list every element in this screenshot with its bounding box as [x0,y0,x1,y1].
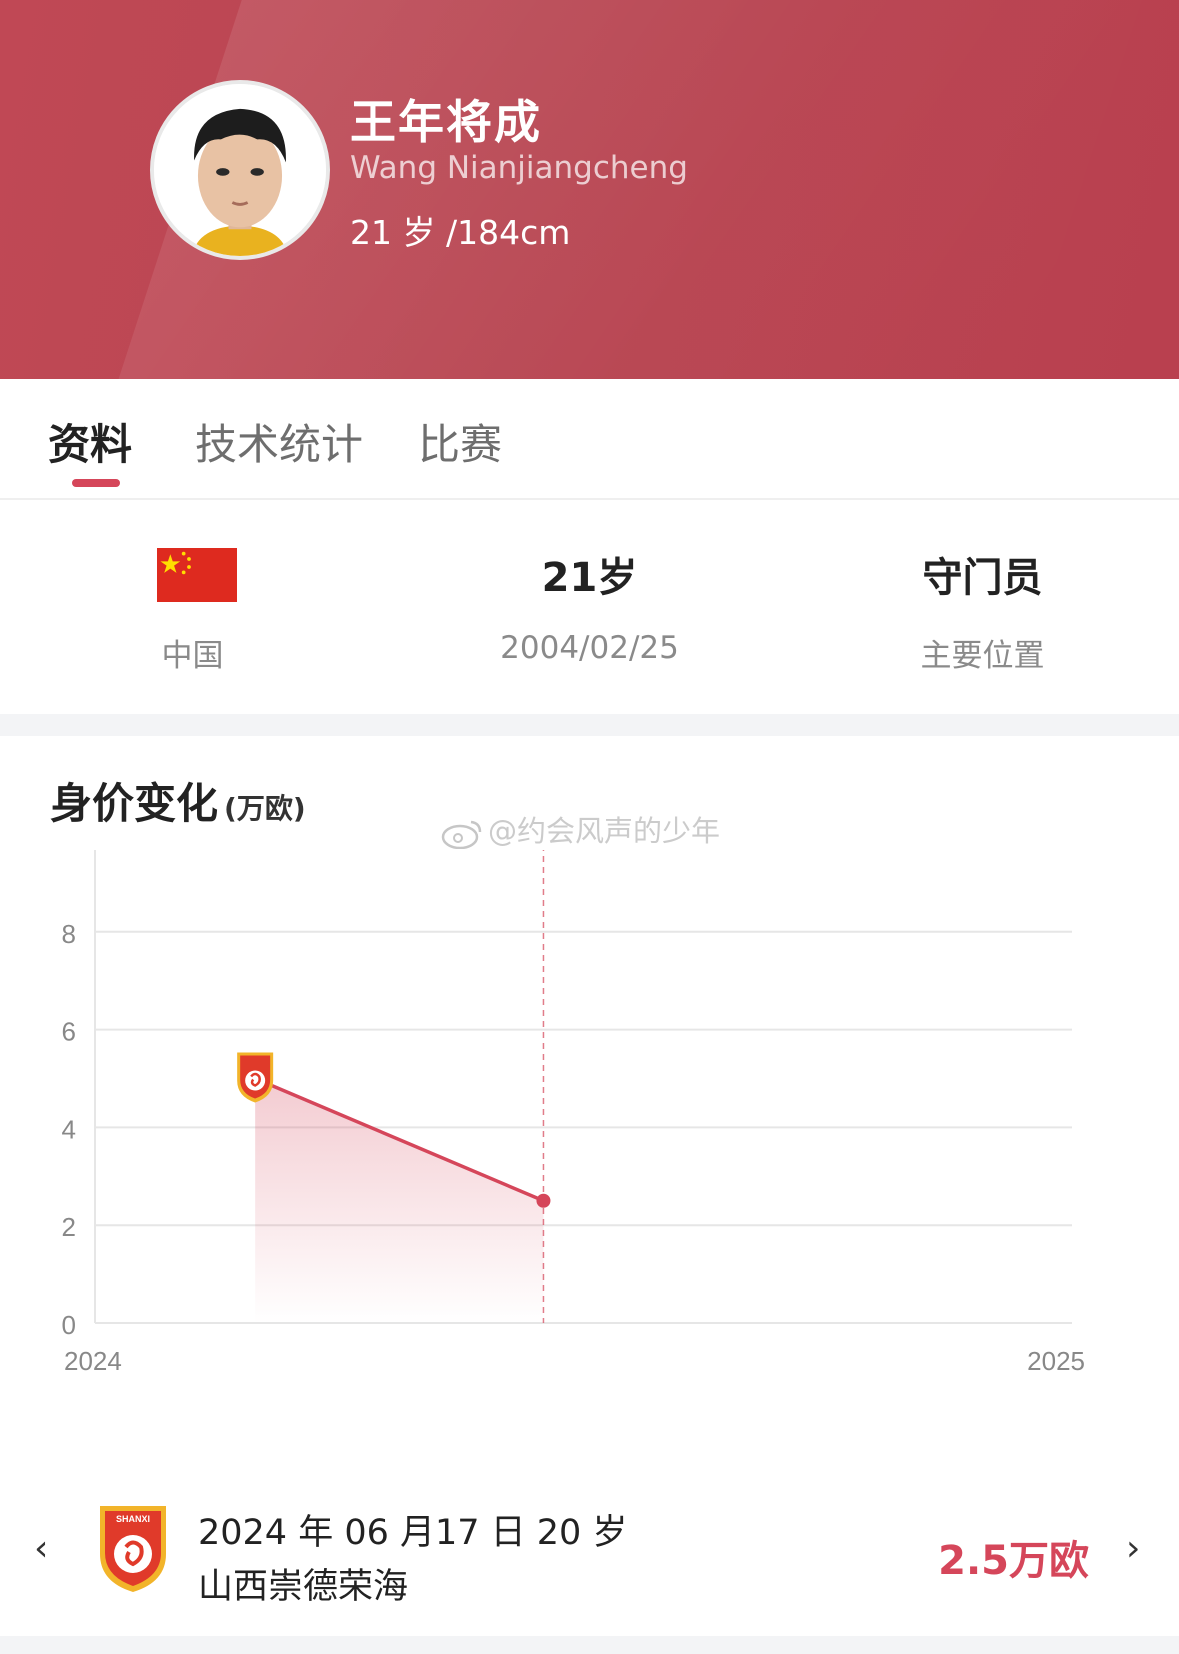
section-divider [0,714,1179,736]
player-avatar [150,80,330,260]
club-logo: SHANXI [100,1506,166,1592]
player-photo [154,84,326,256]
player-info-row: 中国 21岁 2004/02/25 守门员 主要位置 [0,500,1179,714]
tab-stats[interactable]: 技术统计 [195,411,363,472]
market-value-title: 身价变化 (万欧) [50,770,306,831]
x-tick-label: 2025 [1027,1346,1085,1376]
record-value: 2.5万欧 [938,1538,1089,1584]
age-value: 21岁 [541,555,638,601]
tab-bar: 资料 技术统计 比赛 [0,379,1179,500]
market-value-record: ‹ SHANXI 2024 年 06 月17 日 20 岁 山西崇德荣海 2.5… [0,1480,1179,1630]
player-name-en: Wang Nianjiangcheng [350,150,688,186]
club-logo-text: SHANXI [116,1514,150,1524]
chevron-right-icon[interactable]: › [1126,1528,1140,1569]
nationality-column: 中国 [0,500,393,714]
weibo-icon [441,820,482,849]
china-flag-icon [157,548,237,602]
player-header: 王年将成 Wang Nianjiangcheng 21 岁 /184cm [0,0,1179,379]
chevron-left-icon[interactable]: ‹ [34,1528,48,1569]
market-value-unit: (万欧) [224,792,306,825]
player-name: 王年将成 [350,95,542,149]
y-tick-label: 8 [62,919,76,949]
watermark-text: @约会风声的少年 [488,814,721,848]
value-point [536,1193,551,1208]
age-column: 21岁 2004/02/25 [393,500,786,714]
position-column: 守门员 主要位置 [786,500,1179,714]
y-tick-label: 0 [62,1310,76,1340]
market-value-chart: 0 2 4 6 8 10 2024 2025 [47,850,1085,1376]
club-badge-point [237,1052,274,1103]
tab-matches[interactable]: 比赛 [418,411,502,472]
y-tick-label: 4 [62,1114,76,1144]
birthdate-value: 2004/02/25 [500,630,679,666]
y-tick-label: 2 [62,1212,76,1242]
position-value: 守门员 [922,555,1043,601]
watermark: @约会风声的少年 [440,808,720,850]
record-club-name: 山西崇德荣海 [198,1567,409,1607]
position-label: 主要位置 [920,638,1045,674]
record-date-age: 2024 年 06 月17 日 20 岁 [198,1513,628,1553]
y-tick-label: 10 [47,850,76,851]
tab-profile[interactable]: 资料 [48,411,132,472]
value-area [255,1078,544,1323]
x-tick-label: 2024 [64,1346,122,1376]
market-value-title-text: 身价变化 [50,779,219,828]
nationality-label: 中国 [161,638,224,674]
player-age-height: 21 岁 /184cm [350,213,571,252]
bottom-divider [0,1636,1179,1654]
y-tick-label: 6 [62,1017,76,1047]
active-tab-indicator [72,479,120,487]
